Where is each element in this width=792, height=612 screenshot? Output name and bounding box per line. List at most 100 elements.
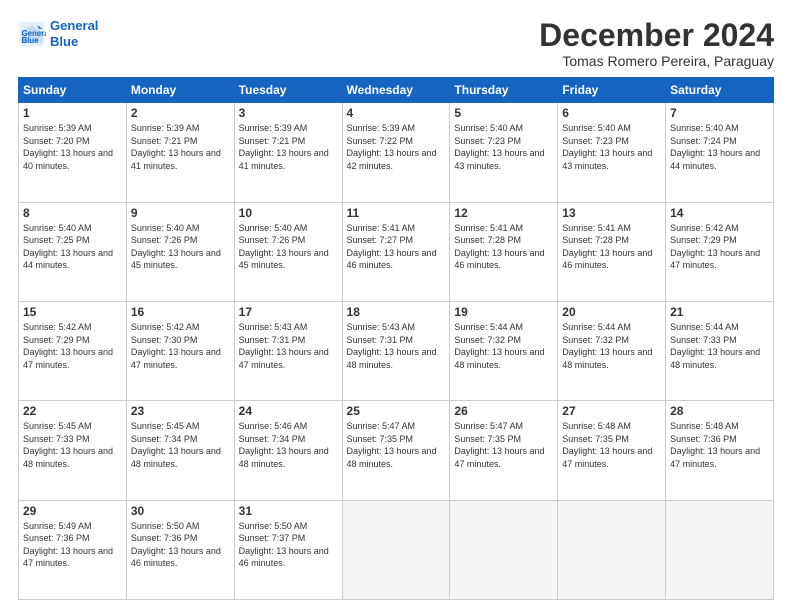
calendar-table: Sunday Monday Tuesday Wednesday Thursday… [18,77,774,600]
day-info: Sunrise: 5:42 AMSunset: 7:30 PMDaylight:… [131,321,230,371]
day-info: Sunrise: 5:41 AMSunset: 7:28 PMDaylight:… [454,222,553,272]
day-number: 8 [23,206,122,220]
logo-icon: General Blue [18,20,46,48]
day-cell: 9 Sunrise: 5:40 AMSunset: 7:26 PMDayligh… [126,202,234,301]
month-title: December 2024 [539,18,774,53]
day-number: 4 [347,106,446,120]
week-row-1: 8 Sunrise: 5:40 AMSunset: 7:25 PMDayligh… [19,202,774,301]
day-number: 7 [670,106,769,120]
day-number: 10 [239,206,338,220]
day-info: Sunrise: 5:47 AMSunset: 7:35 PMDaylight:… [454,420,553,470]
header-row: Sunday Monday Tuesday Wednesday Thursday… [19,78,774,103]
day-number: 21 [670,305,769,319]
day-info: Sunrise: 5:40 AMSunset: 7:26 PMDaylight:… [131,222,230,272]
day-cell: 12 Sunrise: 5:41 AMSunset: 7:28 PMDaylig… [450,202,558,301]
col-sunday: Sunday [19,78,127,103]
day-info: Sunrise: 5:41 AMSunset: 7:28 PMDaylight:… [562,222,661,272]
day-info: Sunrise: 5:41 AMSunset: 7:27 PMDaylight:… [347,222,446,272]
week-row-4: 29 Sunrise: 5:49 AMSunset: 7:36 PMDaylig… [19,500,774,599]
day-cell: 15 Sunrise: 5:42 AMSunset: 7:29 PMDaylig… [19,301,127,400]
day-cell: 13 Sunrise: 5:41 AMSunset: 7:28 PMDaylig… [558,202,666,301]
day-number: 2 [131,106,230,120]
day-cell: 2 Sunrise: 5:39 AMSunset: 7:21 PMDayligh… [126,103,234,202]
day-number: 15 [23,305,122,319]
col-friday: Friday [558,78,666,103]
day-cell [342,500,450,599]
day-cell: 22 Sunrise: 5:45 AMSunset: 7:33 PMDaylig… [19,401,127,500]
week-row-0: 1 Sunrise: 5:39 AMSunset: 7:20 PMDayligh… [19,103,774,202]
day-number: 31 [239,504,338,518]
day-info: Sunrise: 5:40 AMSunset: 7:25 PMDaylight:… [23,222,122,272]
calendar-page: General Blue General Blue December 2024 … [0,0,792,612]
day-info: Sunrise: 5:45 AMSunset: 7:34 PMDaylight:… [131,420,230,470]
day-cell: 6 Sunrise: 5:40 AMSunset: 7:23 PMDayligh… [558,103,666,202]
logo: General Blue General Blue [18,18,98,49]
logo-text: General Blue [50,18,98,49]
day-number: 16 [131,305,230,319]
day-info: Sunrise: 5:50 AMSunset: 7:37 PMDaylight:… [239,520,338,570]
col-thursday: Thursday [450,78,558,103]
day-number: 1 [23,106,122,120]
day-info: Sunrise: 5:39 AMSunset: 7:22 PMDaylight:… [347,122,446,172]
logo-line1: General [50,18,98,33]
day-cell: 17 Sunrise: 5:43 AMSunset: 7:31 PMDaylig… [234,301,342,400]
day-number: 26 [454,404,553,418]
day-info: Sunrise: 5:44 AMSunset: 7:33 PMDaylight:… [670,321,769,371]
location-title: Tomas Romero Pereira, Paraguay [539,53,774,69]
day-info: Sunrise: 5:42 AMSunset: 7:29 PMDaylight:… [670,222,769,272]
day-cell: 1 Sunrise: 5:39 AMSunset: 7:20 PMDayligh… [19,103,127,202]
day-cell: 14 Sunrise: 5:42 AMSunset: 7:29 PMDaylig… [666,202,774,301]
day-number: 20 [562,305,661,319]
day-number: 29 [23,504,122,518]
day-info: Sunrise: 5:46 AMSunset: 7:34 PMDaylight:… [239,420,338,470]
day-info: Sunrise: 5:40 AMSunset: 7:23 PMDaylight:… [562,122,661,172]
day-cell: 3 Sunrise: 5:39 AMSunset: 7:21 PMDayligh… [234,103,342,202]
day-info: Sunrise: 5:50 AMSunset: 7:36 PMDaylight:… [131,520,230,570]
day-number: 18 [347,305,446,319]
day-number: 3 [239,106,338,120]
day-cell: 24 Sunrise: 5:46 AMSunset: 7:34 PMDaylig… [234,401,342,500]
day-number: 24 [239,404,338,418]
day-cell: 21 Sunrise: 5:44 AMSunset: 7:33 PMDaylig… [666,301,774,400]
week-row-2: 15 Sunrise: 5:42 AMSunset: 7:29 PMDaylig… [19,301,774,400]
day-cell: 30 Sunrise: 5:50 AMSunset: 7:36 PMDaylig… [126,500,234,599]
day-number: 13 [562,206,661,220]
day-cell: 18 Sunrise: 5:43 AMSunset: 7:31 PMDaylig… [342,301,450,400]
day-info: Sunrise: 5:42 AMSunset: 7:29 PMDaylight:… [23,321,122,371]
svg-text:Blue: Blue [22,35,40,44]
day-info: Sunrise: 5:44 AMSunset: 7:32 PMDaylight:… [454,321,553,371]
day-info: Sunrise: 5:40 AMSunset: 7:24 PMDaylight:… [670,122,769,172]
day-cell: 25 Sunrise: 5:47 AMSunset: 7:35 PMDaylig… [342,401,450,500]
day-info: Sunrise: 5:39 AMSunset: 7:21 PMDaylight:… [239,122,338,172]
day-cell: 29 Sunrise: 5:49 AMSunset: 7:36 PMDaylig… [19,500,127,599]
day-cell: 7 Sunrise: 5:40 AMSunset: 7:24 PMDayligh… [666,103,774,202]
day-number: 22 [23,404,122,418]
day-cell: 16 Sunrise: 5:42 AMSunset: 7:30 PMDaylig… [126,301,234,400]
day-number: 11 [347,206,446,220]
day-cell: 28 Sunrise: 5:48 AMSunset: 7:36 PMDaylig… [666,401,774,500]
title-block: December 2024 Tomas Romero Pereira, Para… [539,18,774,69]
day-cell: 27 Sunrise: 5:48 AMSunset: 7:35 PMDaylig… [558,401,666,500]
day-number: 25 [347,404,446,418]
day-cell: 23 Sunrise: 5:45 AMSunset: 7:34 PMDaylig… [126,401,234,500]
day-number: 6 [562,106,661,120]
day-number: 9 [131,206,230,220]
day-number: 5 [454,106,553,120]
day-cell: 4 Sunrise: 5:39 AMSunset: 7:22 PMDayligh… [342,103,450,202]
header: General Blue General Blue December 2024 … [18,18,774,69]
day-cell: 20 Sunrise: 5:44 AMSunset: 7:32 PMDaylig… [558,301,666,400]
day-cell [558,500,666,599]
day-info: Sunrise: 5:48 AMSunset: 7:35 PMDaylight:… [562,420,661,470]
day-cell [450,500,558,599]
day-number: 14 [670,206,769,220]
day-cell: 8 Sunrise: 5:40 AMSunset: 7:25 PMDayligh… [19,202,127,301]
week-row-3: 22 Sunrise: 5:45 AMSunset: 7:33 PMDaylig… [19,401,774,500]
day-info: Sunrise: 5:40 AMSunset: 7:26 PMDaylight:… [239,222,338,272]
day-info: Sunrise: 5:45 AMSunset: 7:33 PMDaylight:… [23,420,122,470]
day-info: Sunrise: 5:48 AMSunset: 7:36 PMDaylight:… [670,420,769,470]
col-monday: Monday [126,78,234,103]
day-cell: 10 Sunrise: 5:40 AMSunset: 7:26 PMDaylig… [234,202,342,301]
day-info: Sunrise: 5:40 AMSunset: 7:23 PMDaylight:… [454,122,553,172]
day-cell [666,500,774,599]
logo-line2: Blue [50,34,78,49]
